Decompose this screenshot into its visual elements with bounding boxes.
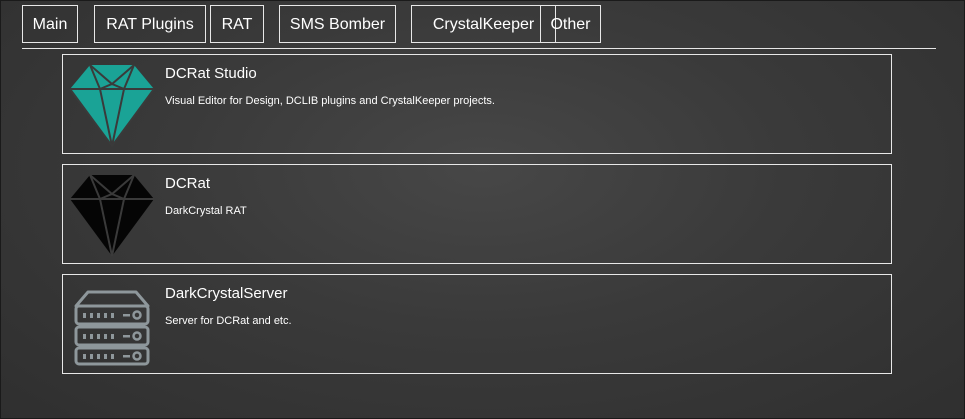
- card-description: DarkCrystal RAT: [165, 205, 247, 217]
- diamond-shape: [70, 175, 154, 256]
- app-card-darkcrystalserver[interactable]: DarkCrystalServer Server for DCRat and e…: [62, 274, 892, 374]
- tab-other[interactable]: Other: [540, 5, 601, 43]
- server-icon: [68, 282, 156, 368]
- app-card-dcrat[interactable]: DCRat DarkCrystal RAT: [62, 164, 892, 264]
- tab-main[interactable]: Main: [22, 5, 78, 43]
- tab-sms-bomber[interactable]: SMS Bomber: [279, 5, 396, 43]
- card-title: DCRat Studio: [165, 65, 257, 82]
- diamond-icon: [68, 172, 156, 258]
- card-title: DCRat: [165, 175, 211, 192]
- tab-rat[interactable]: RAT: [210, 5, 264, 43]
- tab-crystalkeeper[interactable]: CrystalKeeper: [411, 5, 556, 43]
- tab-rat-plugins[interactable]: RAT Plugins: [94, 5, 206, 43]
- card-description: Server for DCRat and etc.: [165, 315, 292, 327]
- card-title: DarkCrystalServer: [165, 285, 288, 302]
- card-description: Visual Editor for Design, DCLIB plugins …: [165, 95, 495, 107]
- app-card-dcrat-studio[interactable]: DCRat Studio Visual Editor for Design, D…: [62, 54, 892, 154]
- diamond-icon: [68, 62, 156, 148]
- nav-divider: [22, 48, 936, 49]
